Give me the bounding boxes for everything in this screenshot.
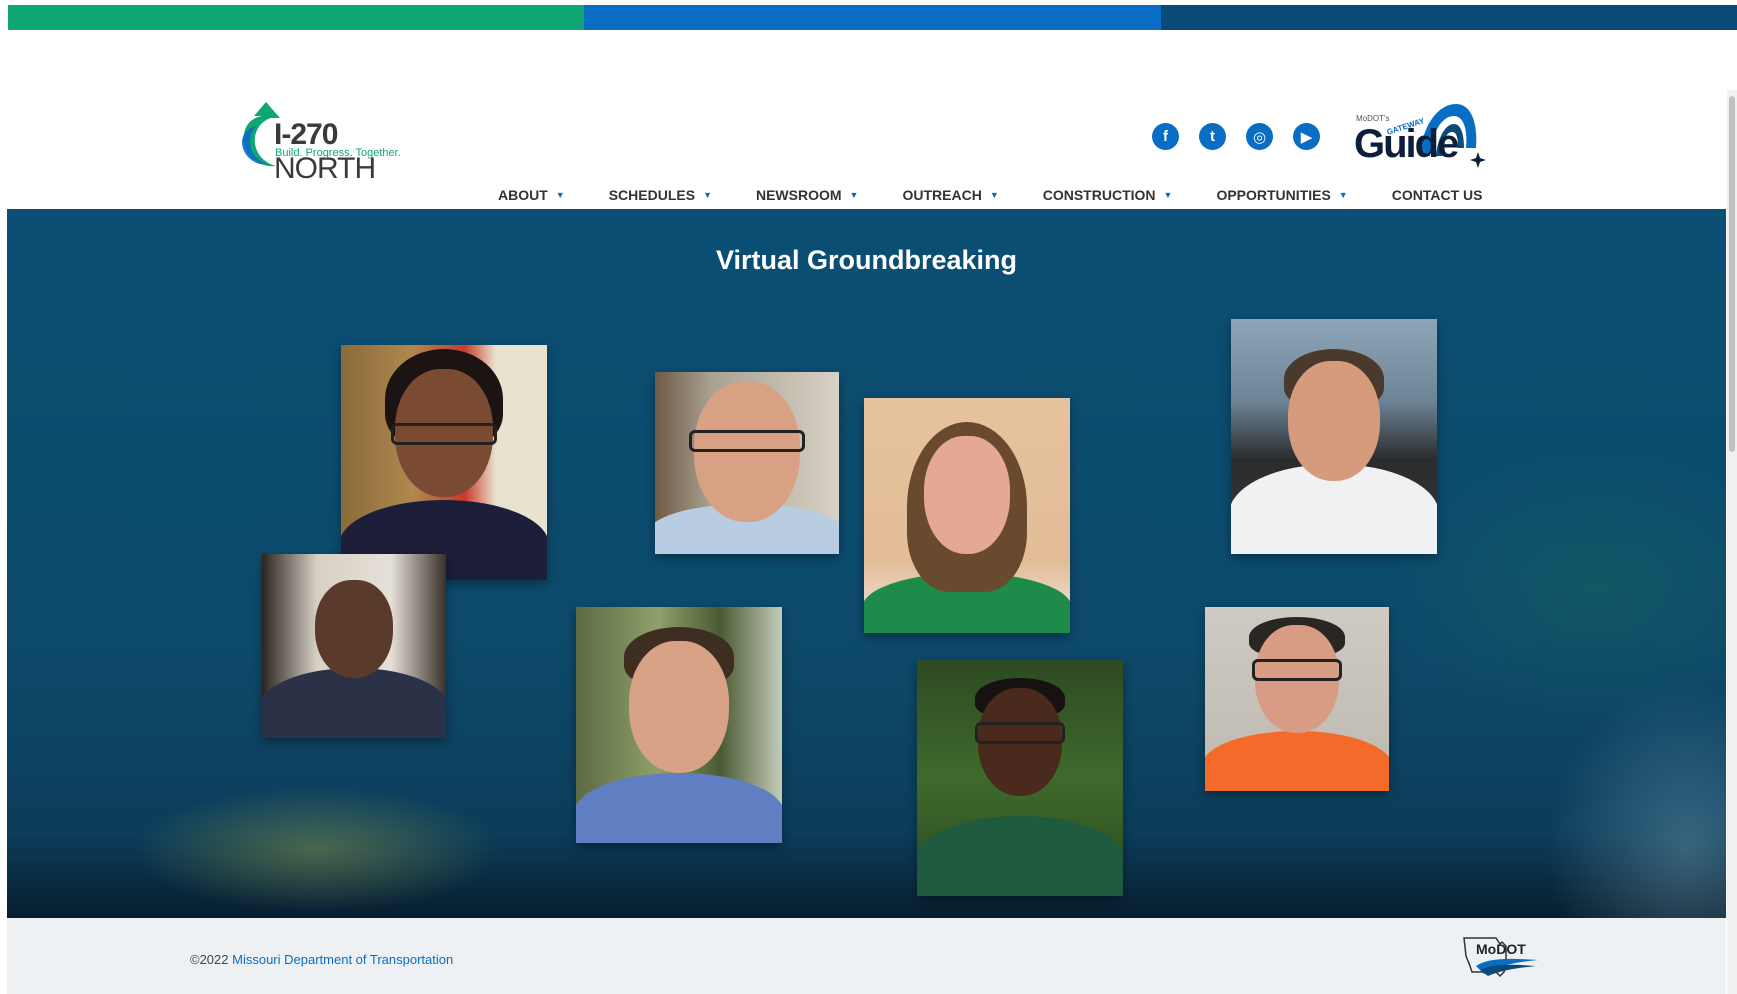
nav-contact-us[interactable]: CONTACT US [1392,187,1483,203]
nav-outreach[interactable]: OUTREACH ▼ [902,187,998,203]
participant-photo [917,660,1123,896]
youtube-icon[interactable]: ▶ [1293,123,1320,150]
social-links: f t ◎ ▶ [1152,123,1320,150]
i270-north-logo[interactable]: I-270 NORTH Build. Progress. Together. [236,96,406,185]
color-bar-blue [584,5,1161,30]
color-bar-green [8,5,585,30]
modot-logo-icon[interactable]: MoDOT [1462,936,1542,978]
twitter-icon[interactable]: t [1199,123,1226,150]
svg-text:MoDOT: MoDOT [1476,941,1526,957]
modot-link[interactable]: Missouri Department of Transportation [232,952,453,967]
participant-photo [655,372,839,554]
footer-copyright: ©2022 Missouri Department of Transportat… [190,952,454,967]
main-nav: ABOUT ▼ SCHEDULES ▼ NEWSROOM ▼ OUTREACH ▼ CO… [498,184,1482,206]
participant-photo [1205,607,1389,791]
hero-section: Virtual Groundbreaking [7,209,1726,918]
participant-photo [341,345,547,580]
nav-construction[interactable]: CONSTRUCTION ▼ [1043,187,1173,203]
participant-photo [576,607,782,843]
gateway-guide-logo[interactable]: MoDOT's GATEWAY Guide [1352,96,1487,172]
participant-photo [864,398,1070,633]
nav-newsroom[interactable]: NEWSROOM ▼ [756,187,858,203]
chevron-down-icon: ▼ [703,190,712,200]
participant-photo [262,554,446,738]
participant-photo [1231,319,1437,554]
guide-wordmark: Guide [1354,122,1459,166]
hero-title: Virtual Groundbreaking [715,245,1018,275]
color-bar-navy [1160,5,1737,30]
instagram-icon[interactable]: ◎ [1246,123,1273,150]
nav-opportunities[interactable]: OPPORTUNITIES ▼ [1216,187,1347,203]
chevron-down-icon: ▼ [1163,190,1173,200]
chevron-down-icon: ▼ [1338,190,1348,200]
chevron-down-icon: ▼ [849,190,859,200]
chevron-down-icon: ▼ [989,190,999,200]
chevron-down-icon: ▼ [555,190,565,200]
nav-schedules[interactable]: SCHEDULES ▼ [609,187,712,203]
logo-tagline: Build. Progress. Together. [275,147,401,159]
facebook-icon[interactable]: f [1152,123,1179,150]
scrollbar-thumb[interactable] [1729,96,1735,452]
nav-about[interactable]: ABOUT ▼ [498,187,565,203]
site-footer: ©2022 Missouri Department of Transportat… [7,918,1726,994]
top-color-bar [8,5,1737,30]
